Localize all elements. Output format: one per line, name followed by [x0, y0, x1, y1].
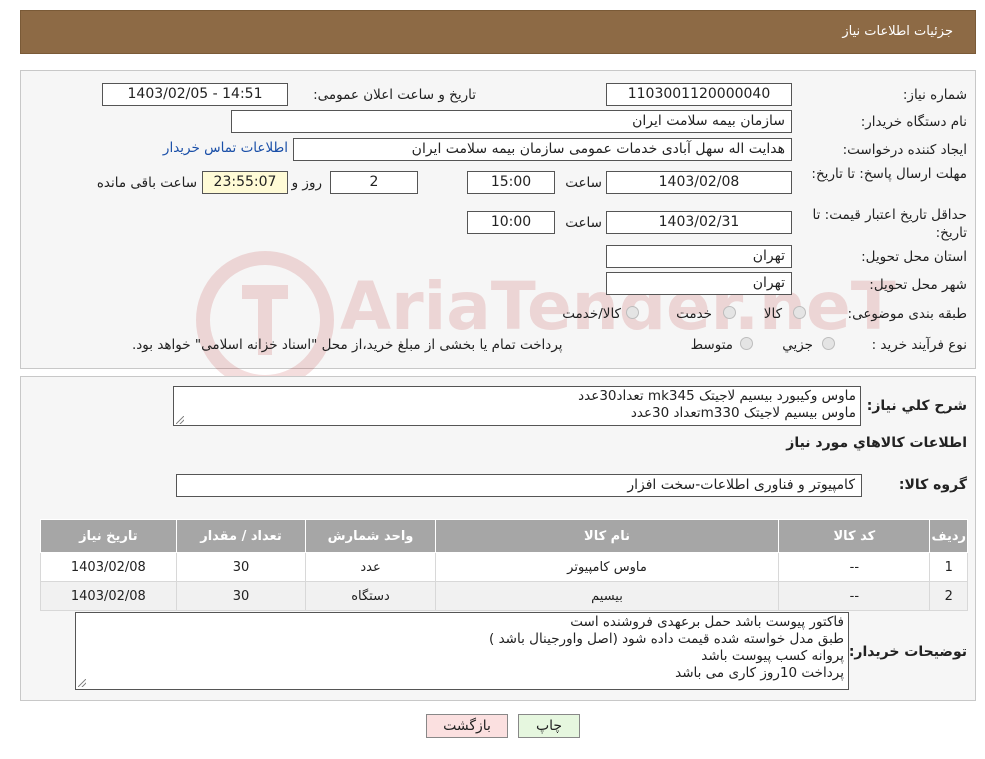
col-header-goods-code: کد کالا [778, 519, 931, 553]
cell-row-number: 1 [929, 552, 968, 582]
goods-table-header-row: ردیف کد کالا نام کالا واحد شمارش تعداد /… [40, 519, 968, 553]
page-title: جزئیات اطلاعات نیاز [842, 24, 953, 39]
province-field: تهران [606, 245, 792, 268]
creator-label: ایجاد کننده درخواست: [842, 142, 967, 158]
remaining-label: ساعت باقی مانده [96, 175, 197, 191]
buyer-notes-line-4: پرداخت 10روز کاری می باشد [675, 665, 844, 681]
city-label: شهر محل تحویل: [869, 277, 967, 293]
cell-unit: عدد [305, 552, 436, 582]
category-both-radio[interactable] [626, 306, 639, 319]
remaining-time-field: 23:55:07 [202, 171, 288, 194]
goods-table-wrapper: ردیف کد کالا نام کالا واحد شمارش تعداد /… [40, 519, 968, 611]
deadline-time-field: 15:00 [467, 171, 555, 194]
announce-label: تاریخ و ساعت اعلان عمومی: [313, 87, 476, 103]
validity-time-label: ساعت [565, 215, 602, 231]
province-label: استان محل تحویل: [861, 249, 967, 265]
cell-goods-name: ماوس کامپیوتر [434, 552, 780, 582]
category-service-radio[interactable] [723, 306, 736, 319]
col-header-goods-name: نام کالا [434, 519, 780, 553]
validity-label: حداقل تاریخ اعتبار قیمت: تا تاریخ: [812, 207, 967, 241]
remaining-days-field: 2 [330, 171, 418, 194]
need-number-label: شماره نیاز: [902, 87, 967, 103]
summary-resize-handle[interactable] [176, 416, 184, 424]
category-goods-label: کالا [763, 306, 782, 322]
buyer-org-field: سازمان بیمه سلامت ایران [231, 110, 792, 133]
buyer-notes-label: توضیحات خریدار: [848, 644, 967, 660]
cell-need-date: 1403/02/08 [40, 581, 177, 611]
validity-time-field: 10:00 [467, 211, 555, 234]
cell-row-number: 2 [929, 581, 968, 611]
buyer-notes-resize-handle[interactable] [78, 679, 86, 687]
buyer-contact-link[interactable]: اطلاعات تماس خریدار [163, 140, 288, 156]
table-row: 1 -- ماوس کامپیوتر عدد 30 1403/02/08 [40, 552, 968, 582]
goods-info-title: اطلاعات كالاهاي مورد نياز [786, 435, 967, 451]
summary-line-1: ماوس وکیبورد بیسیم لاجیتک mk345 تعداد30ع… [578, 388, 856, 404]
summary-line-2: ماوس بیسیم لاجیتک m330تعداد 30عدد [630, 405, 856, 421]
print-button[interactable]: چاپ [518, 714, 580, 738]
buyer-notes-textarea[interactable]: فاکتور پیوست باشد حمل برعهدی فروشنده است… [75, 612, 849, 690]
goods-group-field: کامپیوتر و فناوری اطلاعات-سخت افزار [176, 474, 862, 497]
deadline-time-label: ساعت [565, 175, 602, 191]
cell-goods-code: -- [778, 552, 931, 582]
announce-datetime-field: 1403/02/05 - 14:51 [102, 83, 288, 106]
col-header-quantity: تعداد / مقدار [175, 519, 307, 553]
cell-goods-code: -- [778, 581, 931, 611]
back-button[interactable]: بازگشت [426, 714, 508, 738]
category-service-label: خدمت [676, 306, 712, 322]
process-minor-label: جزیي [782, 337, 813, 353]
category-both-label: کالا/خدمت [562, 306, 621, 322]
process-minor-radio[interactable] [822, 337, 835, 350]
cell-quantity: 30 [175, 552, 307, 582]
process-label: نوع فرآیند خرید : [871, 337, 967, 353]
cell-need-date: 1403/02/08 [40, 552, 177, 582]
col-header-unit: واحد شمارش [305, 519, 436, 553]
buyer-notes-line-3: پروانه کسب پیوست باشد [701, 648, 844, 664]
category-label: طبقه بندی موضوعی: [847, 306, 967, 322]
buyer-org-label: نام دستگاه خریدار: [860, 114, 967, 130]
city-field: تهران [606, 272, 792, 295]
goods-group-label: گروه کالا: [898, 477, 967, 493]
need-number-field: 1103001120000040 [606, 83, 792, 106]
col-header-row-number: ردیف [929, 519, 968, 553]
process-payment-note: پرداخت تمام یا بخشی از مبلغ خرید،از محل … [132, 337, 563, 353]
buyer-notes-line-2: طبق مدل خواسته شده قیمت داده شود (اصل وا… [489, 631, 844, 647]
summary-label: شرح كلي نياز: [866, 398, 967, 414]
deadline-date-field: 1403/02/08 [606, 171, 792, 194]
process-medium-label: متوسط [690, 337, 733, 353]
cell-goods-name: بیسیم [434, 581, 780, 611]
deadline-label: مهلت ارسال پاسخ: تا تاریخ: [811, 166, 967, 182]
cell-unit: دستگاه [305, 581, 436, 611]
buyer-notes-line-1: فاکتور پیوست باشد حمل برعهدی فروشنده است [570, 614, 844, 630]
category-goods-radio[interactable] [793, 306, 806, 319]
col-header-need-date: تاریخ نیاز [40, 519, 177, 553]
cell-quantity: 30 [175, 581, 307, 611]
page-header: جزئیات اطلاعات نیاز [20, 10, 976, 54]
summary-textarea[interactable]: ماوس وکیبورد بیسیم لاجیتک mk345 تعداد30ع… [173, 386, 861, 426]
days-label: روز و [291, 175, 322, 191]
process-medium-radio[interactable] [740, 337, 753, 350]
validity-date-field: 1403/02/31 [606, 211, 792, 234]
goods-table: ردیف کد کالا نام کالا واحد شمارش تعداد /… [40, 519, 968, 611]
creator-field: هدایت اله سهل آبادی خدمات عمومی سازمان ب… [293, 138, 792, 161]
table-row: 2 -- بیسیم دستگاه 30 1403/02/08 [40, 581, 968, 611]
